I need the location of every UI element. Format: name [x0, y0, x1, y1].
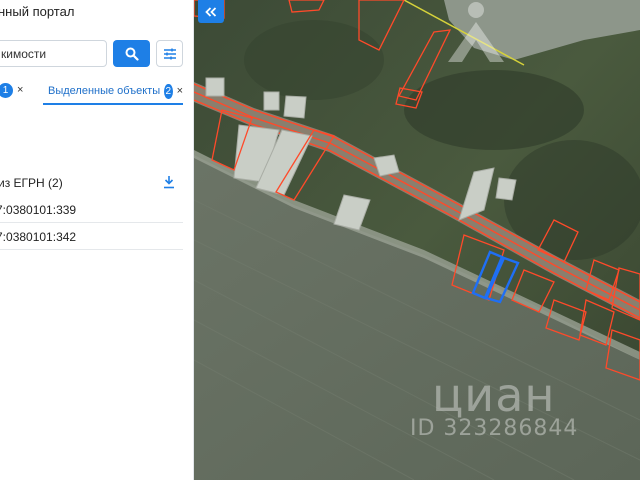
collapse-panel-button[interactable] [198, 0, 224, 23]
watermark-text: циан [432, 368, 556, 422]
cian-logo-icon [448, 2, 504, 62]
tab-badge: 2 [164, 83, 173, 99]
search-input[interactable]: кимости [0, 40, 107, 67]
sliders-icon [163, 48, 176, 59]
close-icon[interactable]: × [17, 85, 23, 96]
filter-button[interactable] [156, 40, 183, 67]
cadastral-number: :17:0380101:339 [0, 203, 77, 217]
tab-objects[interactable]: 1 × [0, 83, 23, 98]
search-button[interactable] [113, 40, 150, 67]
tab-label: Выделенные объекты [48, 85, 161, 97]
download-icon[interactable] [163, 175, 175, 189]
egrn-section-header: из ЕГРН (2) [0, 176, 183, 190]
tab-selected-objects[interactable]: Выделенные объекты 2 × [43, 79, 183, 105]
record-row[interactable]: :17:0380101:342 [0, 224, 183, 250]
map-view[interactable]: циан ID 323286844 [194, 0, 640, 480]
tabs: 1 × Выделенные объекты 2 × [0, 79, 193, 105]
close-icon[interactable]: × [177, 85, 183, 97]
cadastral-number: :17:0380101:342 [0, 230, 77, 244]
record-row[interactable]: :17:0380101:339 [0, 197, 183, 223]
satellite-imagery [194, 0, 640, 480]
watermark-id: ID 323286844 [410, 416, 579, 441]
section-title: из ЕГРН (2) [0, 176, 63, 190]
tab-badge: 1 [0, 83, 13, 98]
portal-title: нный портал [0, 4, 75, 19]
chevron-double-left-icon [205, 6, 217, 17]
search-icon [125, 47, 139, 61]
side-panel: нный портал кимости 1 × Выделенные объек… [0, 0, 194, 480]
